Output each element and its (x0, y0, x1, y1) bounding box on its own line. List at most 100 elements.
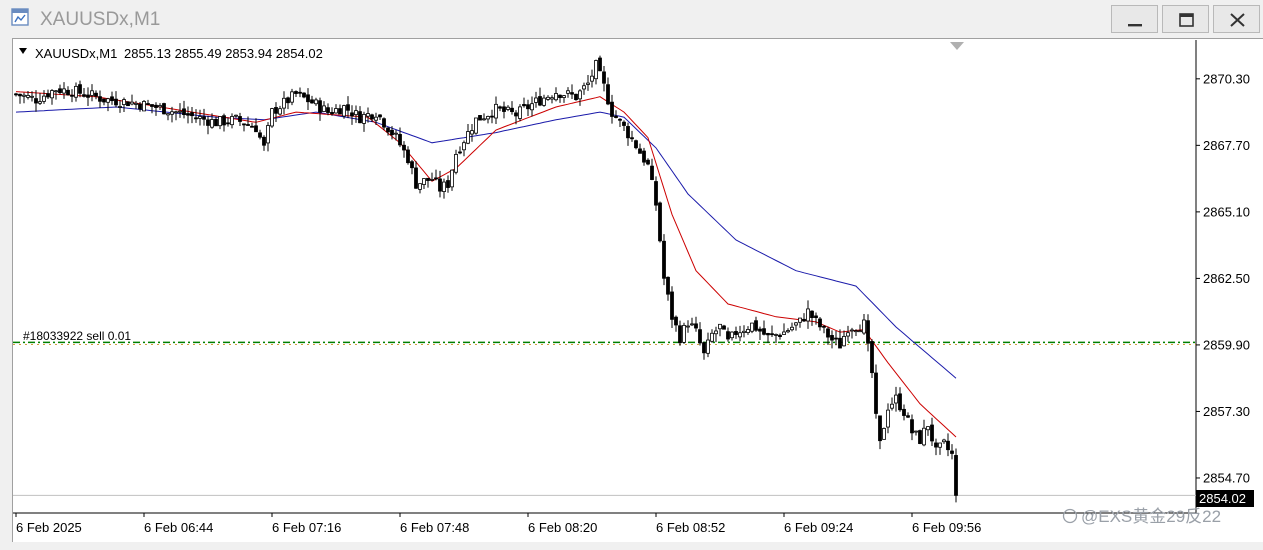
candle-body (286, 97, 290, 104)
candle-body (62, 88, 66, 94)
candle-body (510, 107, 514, 113)
svg-text:@EXS黄金29反22: @EXS黄金29反22 (1081, 507, 1221, 526)
candle-body (814, 315, 818, 319)
chart-shift-marker-icon[interactable] (950, 42, 964, 50)
candle-body (498, 106, 502, 109)
candle-body (698, 329, 702, 344)
candle-body (230, 116, 234, 126)
candle-body (310, 99, 314, 104)
candle-body (382, 118, 386, 128)
candle-body (786, 330, 790, 333)
candle-body (798, 317, 802, 323)
candle-body (270, 108, 274, 127)
candle-body (326, 107, 330, 113)
candle-body (70, 94, 74, 97)
candle-body (614, 115, 618, 118)
candle-body (142, 101, 146, 112)
candle-body (626, 126, 630, 139)
candle-body (354, 110, 358, 116)
candle-body (282, 97, 286, 109)
window-title: XAUUSDx,M1 (40, 9, 161, 30)
candle-body (118, 106, 122, 108)
order-line-label: #18033922 sell 0.01 (23, 329, 131, 343)
candle-body (898, 393, 902, 411)
candle-body (38, 101, 42, 104)
candle-body (174, 111, 178, 114)
candle-body (926, 426, 930, 431)
candle-body (254, 125, 258, 133)
chart-ohlc-values: 2855.13 2855.49 2853.94 2854.02 (124, 46, 323, 61)
candle-body (290, 91, 294, 103)
candle-body (886, 409, 890, 428)
candle-body (422, 178, 426, 185)
candle-body (14, 93, 18, 96)
candle-body (362, 114, 366, 124)
candle-body (874, 372, 878, 414)
candle-body (694, 323, 698, 329)
x-tick-label: 6 Feb 09:56 (912, 520, 981, 535)
candle-body (130, 101, 134, 105)
y-tick-label: 2857.30 (1203, 404, 1250, 419)
candle-body (746, 329, 750, 333)
candle-body (58, 88, 62, 93)
candle-body (802, 318, 806, 322)
close-button[interactable] (1213, 5, 1260, 33)
candle-body (570, 92, 574, 95)
candle-body (838, 337, 842, 349)
candle-body (490, 115, 494, 118)
candle-body (826, 328, 830, 338)
candle-body (806, 308, 810, 322)
candle-body (722, 325, 726, 330)
candle-body (774, 334, 778, 336)
candle-body (486, 116, 490, 120)
candle-body (206, 119, 210, 126)
candle-body (262, 136, 266, 146)
chart-menu-triangle-icon[interactable] (19, 48, 27, 54)
candle-body (714, 330, 718, 335)
candle-body (378, 114, 382, 118)
candle-body (386, 127, 390, 133)
candle-body (322, 105, 326, 112)
candle-body (250, 125, 254, 128)
candle-body (66, 89, 70, 96)
candle-body (366, 113, 370, 117)
candle-body (358, 111, 362, 124)
candle-body (30, 95, 34, 98)
candle-body (154, 104, 158, 108)
candle-body (818, 318, 822, 328)
candle-body (178, 110, 182, 113)
x-tick-label: 6 Feb 2025 (16, 520, 82, 535)
candle-body (342, 105, 346, 117)
candle-body (110, 96, 114, 102)
candle-body (494, 103, 498, 119)
chart-area[interactable]: 2870.30 2867.70 2865.10 2862.50 2859.90 2857.… (12, 38, 1263, 542)
x-tick-label: 6 Feb 09:24 (784, 520, 853, 535)
candle-body (682, 324, 686, 343)
minimize-button[interactable] (1111, 5, 1158, 33)
y-tick-label: 2862.50 (1203, 271, 1250, 286)
candle-body (750, 322, 754, 332)
candle-body (678, 325, 682, 344)
candle-body (738, 332, 742, 338)
candle-body (394, 132, 398, 135)
candle-body (374, 116, 378, 121)
x-tick-label: 6 Feb 07:16 (272, 520, 341, 535)
candle-body (182, 108, 186, 116)
price-chart[interactable]: 2870.30 2867.70 2865.10 2862.50 2859.90 2857.… (13, 39, 1263, 543)
candle-body (26, 95, 30, 98)
candle-body (102, 98, 106, 103)
candle-body (726, 331, 730, 340)
candle-body (542, 97, 546, 106)
candle-body (226, 122, 230, 125)
candle-body (558, 94, 562, 98)
candle-body (106, 98, 110, 103)
window-titlebar[interactable]: XAUUSDx,M1 (0, 0, 1263, 38)
restore-button[interactable] (1162, 5, 1209, 33)
candle-body (770, 333, 774, 336)
candle-body (794, 322, 798, 326)
candle-body (922, 427, 926, 446)
candle-body (410, 161, 414, 169)
candle-body (790, 326, 794, 331)
candle-body (330, 112, 334, 115)
candle-body (582, 85, 586, 90)
